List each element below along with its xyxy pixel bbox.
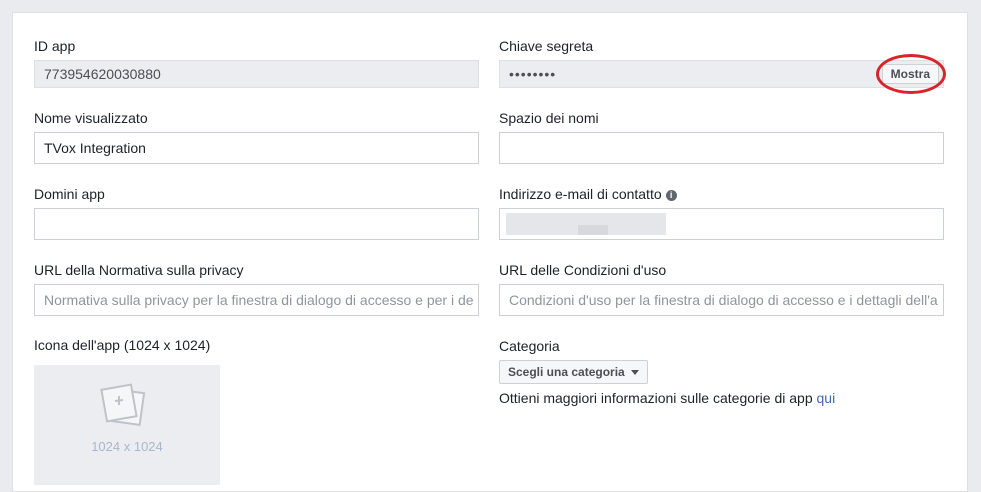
category-dropdown[interactable]: Scegli una categoria xyxy=(499,360,648,384)
namespace-input[interactable] xyxy=(499,132,944,164)
app-id-label: ID app xyxy=(34,38,76,54)
info-icon[interactable]: i xyxy=(665,189,677,201)
secret-key-field: •••••••• Mostra xyxy=(499,60,944,88)
privacy-url-label: URL della Normativa sulla privacy xyxy=(34,262,244,278)
privacy-url-input[interactable]: Normativa sulla privacy per la finestra … xyxy=(34,284,479,316)
app-icon-label: Icona dell'app (1024 x 1024) xyxy=(34,337,211,353)
terms-url-input[interactable]: Condizioni d'uso per la finestra di dial… xyxy=(499,284,944,316)
app-id-field: 773954620030880 xyxy=(34,60,479,88)
category-dropdown-label: Scegli una categoria xyxy=(508,365,625,379)
contact-email-input[interactable] xyxy=(499,208,944,240)
display-name-input[interactable]: TVox Integration xyxy=(34,132,479,164)
image-upload-icon xyxy=(100,383,146,427)
category-info: Ottieni maggiori informazioni sulle cate… xyxy=(499,389,835,407)
app-domains-label: Domini app xyxy=(34,186,105,202)
terms-url-placeholder: Condizioni d'uso per la finestra di dial… xyxy=(509,292,938,308)
redacted-email-detail xyxy=(578,225,608,235)
contact-email-label-wrap: Indirizzo e-mail di contatto i xyxy=(499,185,677,203)
category-info-text: Ottieni maggiori informazioni sulle cate… xyxy=(499,390,817,406)
privacy-url-placeholder: Normativa sulla privacy per la finestra … xyxy=(44,292,474,308)
contact-email-label: Indirizzo e-mail di contatto xyxy=(499,186,662,202)
display-name-label: Nome visualizzato xyxy=(34,110,148,126)
icon-size-text: 1024 x 1024 xyxy=(91,439,163,454)
caret-down-icon xyxy=(630,370,639,376)
app-domains-input[interactable] xyxy=(34,208,479,240)
secret-key-value: •••••••• xyxy=(509,66,557,82)
show-secret-button[interactable]: Mostra xyxy=(881,64,939,84)
secret-key-label: Chiave segreta xyxy=(499,38,594,54)
category-label: Categoria xyxy=(499,338,560,354)
namespace-label: Spazio dei nomi xyxy=(499,110,599,126)
category-info-link[interactable]: qui xyxy=(817,390,836,406)
terms-url-label: URL delle Condizioni d'uso xyxy=(499,262,667,278)
app-icon-upload[interactable]: 1024 x 1024 xyxy=(34,365,220,485)
